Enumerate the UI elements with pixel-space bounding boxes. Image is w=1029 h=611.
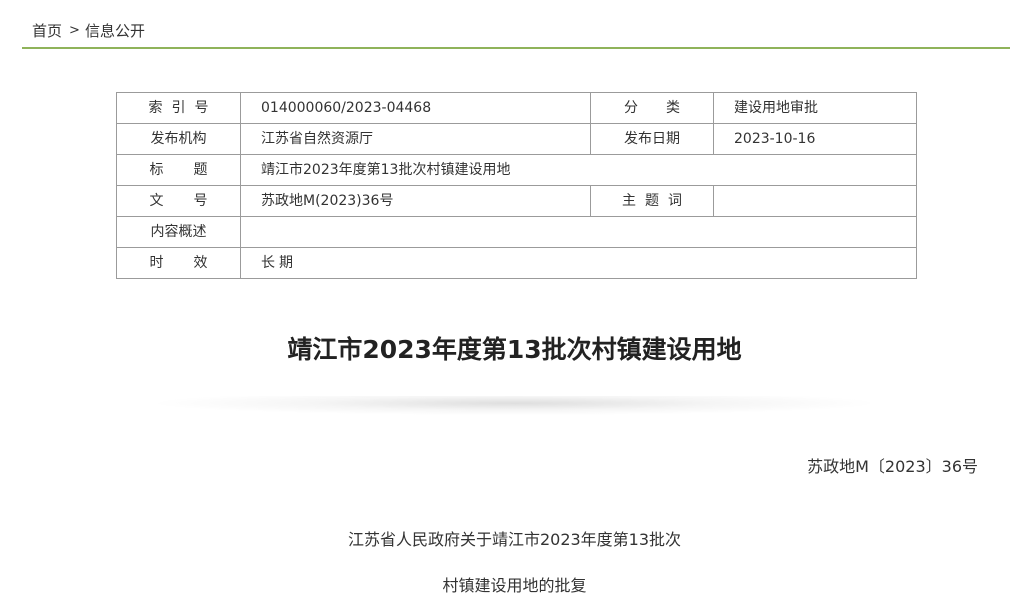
title-label: 标题 <box>116 154 241 186</box>
keywords-value <box>713 185 917 217</box>
validity-value: 长期 <box>240 247 917 279</box>
keywords-label: 主题词 <box>590 185 714 217</box>
metadata-row-index: 索引号 014000060/2023-04468 分类 建设用地审批 <box>116 92 917 124</box>
breadcrumb: 首页 > 信息公开 <box>22 0 1010 49</box>
metadata-row-validity: 时效 长期 <box>116 247 917 279</box>
summary-value <box>240 216 917 248</box>
index-number-value: 014000060/2023-04468 <box>240 92 591 124</box>
validity-label: 时效 <box>116 247 241 279</box>
metadata-row-docno: 文号 苏政地M(2023)36号 主题词 <box>116 185 917 217</box>
publisher-label: 发布机构 <box>116 123 241 155</box>
index-number-label: 索引号 <box>116 92 241 124</box>
breadcrumb-separator: > <box>69 23 80 38</box>
title-divider-shadow <box>150 396 879 420</box>
publish-date-value: 2023-10-16 <box>713 123 917 155</box>
metadata-row-summary: 内容概述 <box>116 216 917 248</box>
document-number-value: 苏政地M(2023)36号 <box>240 185 591 217</box>
document-number-label: 文号 <box>116 185 241 217</box>
reply-heading-line-2: 村镇建设用地的批复 <box>442 576 587 595</box>
breadcrumb-info-public-link[interactable]: 信息公开 <box>85 22 145 40</box>
category-label: 分类 <box>590 92 714 124</box>
title-value: 靖江市2023年度第13批次村镇建设用地 <box>240 154 917 186</box>
publish-date-label: 发布日期 <box>590 123 714 155</box>
article-title: 靖江市2023年度第13批次村镇建设用地 <box>287 335 742 364</box>
breadcrumb-home-link[interactable]: 首页 <box>32 22 62 40</box>
metadata-row-title: 标题 靖江市2023年度第13批次村镇建设用地 <box>116 154 917 186</box>
document-metadata-table: 索引号 014000060/2023-04468 分类 建设用地审批 发布机构 … <box>116 92 917 279</box>
category-value: 建设用地审批 <box>713 92 917 124</box>
metadata-row-publisher: 发布机构 江苏省自然资源厅 发布日期 2023-10-16 <box>116 123 917 155</box>
reply-heading-line-1: 江苏省人民政府关于靖江市2023年度第13批次 <box>347 530 682 549</box>
summary-label: 内容概述 <box>116 216 241 248</box>
article-document-number: 苏政地M〔2023〕36号 <box>807 457 978 476</box>
publisher-value: 江苏省自然资源厅 <box>240 123 591 155</box>
